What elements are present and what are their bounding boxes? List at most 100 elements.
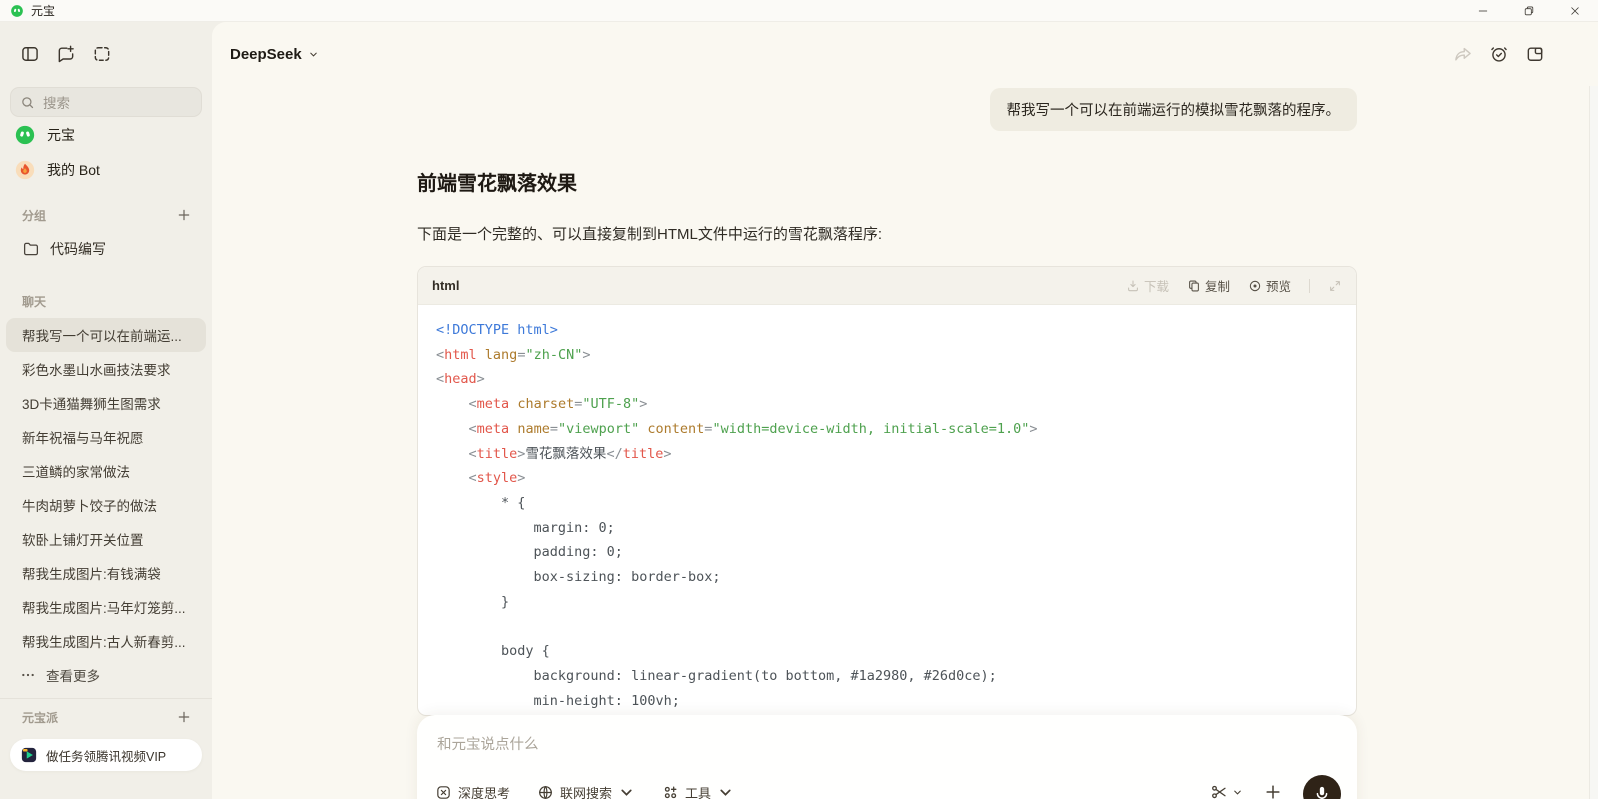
deep-think-toggle[interactable]: 深度思考 bbox=[435, 783, 510, 799]
answer-intro: 下面是一个完整的、可以直接复制到HTML文件中运行的雪花飘落程序: bbox=[417, 223, 1357, 244]
expand-code-button[interactable] bbox=[1328, 279, 1342, 293]
code-line: padding: 0; bbox=[436, 540, 1338, 565]
collapse-sidebar-icon[interactable] bbox=[20, 44, 40, 64]
minimize-button[interactable] bbox=[1460, 0, 1506, 22]
microphone-icon bbox=[1312, 784, 1332, 799]
sidebar-item-label: 元宝 bbox=[47, 125, 75, 145]
answer-title: 前端雪花飘落效果 bbox=[417, 167, 1357, 196]
message-input[interactable]: 和元宝说点什么 bbox=[417, 715, 1357, 754]
show-more-label: 查看更多 bbox=[46, 665, 100, 685]
sidebar: 搜索 元宝 我的 Bot 分组 代码编写 聊天 帮我写 bbox=[0, 22, 212, 799]
globe-icon bbox=[537, 784, 554, 799]
model-selector[interactable]: DeepSeek bbox=[230, 46, 319, 63]
chats-section-label: 聊天 bbox=[0, 293, 212, 310]
add-yuanbaopai-icon[interactable] bbox=[176, 709, 192, 725]
sidebar-item-label: 我的 Bot bbox=[47, 160, 100, 180]
code-block-header: html 下载 复制 预览 bbox=[418, 267, 1356, 305]
screenshot-icon[interactable] bbox=[92, 44, 112, 64]
vip-task-card[interactable]: 做任务领腾讯视频VIP bbox=[10, 739, 202, 771]
code-line: margin: 0; bbox=[436, 516, 1338, 541]
folder-icon bbox=[22, 240, 40, 258]
scrollbar-track[interactable] bbox=[1589, 86, 1598, 799]
search-placeholder: 搜索 bbox=[43, 92, 70, 112]
copy-code-button[interactable]: 复制 bbox=[1187, 276, 1230, 295]
app-logo-icon bbox=[10, 4, 24, 18]
code-line: <head> bbox=[436, 367, 1338, 392]
deep-think-icon bbox=[435, 784, 452, 799]
snippet-tool-button[interactable] bbox=[1210, 783, 1243, 799]
code-block: html 下载 复制 预览 bbox=[417, 266, 1357, 716]
code-line: * { bbox=[436, 491, 1338, 516]
ellipsis-icon bbox=[20, 667, 36, 683]
download-code-button[interactable]: 下载 bbox=[1126, 276, 1169, 295]
voice-input-button[interactable] bbox=[1303, 775, 1341, 799]
code-line: } bbox=[436, 590, 1338, 615]
chat-list-item[interactable]: 帮我生成图片:有钱满袋 bbox=[6, 556, 206, 590]
chevron-down-icon bbox=[618, 784, 635, 799]
composer-toolbar: 深度思考 联网搜索 工具 bbox=[417, 771, 1357, 799]
sidebar-item-my-bot[interactable]: 我的 Bot bbox=[0, 152, 212, 187]
yuanbao-logo-icon bbox=[14, 124, 36, 146]
chat-list-item[interactable]: 牛肉胡萝卜饺子的做法 bbox=[6, 488, 206, 522]
chat-list-item[interactable]: 帮我生成图片:古人新春剪... bbox=[6, 624, 206, 658]
code-line: box-sizing: border-box; bbox=[436, 565, 1338, 590]
attach-button[interactable] bbox=[1263, 782, 1283, 799]
code-line: <html lang="zh-CN"> bbox=[436, 343, 1338, 368]
preview-code-button[interactable]: 预览 bbox=[1248, 276, 1291, 295]
chat-thread: 帮我写一个可以在前端运行的模拟雪花飘落的程序。 前端雪花飘落效果 下面是一个完整… bbox=[417, 88, 1357, 716]
new-chat-icon[interactable] bbox=[56, 44, 76, 64]
code-line: <!DOCTYPE html> bbox=[436, 318, 1338, 343]
chat-list-item[interactable]: 新年祝福与马年祝愿 bbox=[6, 420, 206, 454]
code-line bbox=[436, 614, 1338, 639]
flame-icon bbox=[14, 159, 36, 181]
group-item-coding[interactable]: 代码编写 bbox=[0, 235, 212, 263]
search-icon bbox=[20, 95, 35, 110]
code-line: <meta charset="UTF-8"> bbox=[436, 392, 1338, 417]
chevron-down-icon bbox=[308, 49, 319, 60]
chat-list-item[interactable]: 彩色水墨山水画技法要求 bbox=[6, 352, 206, 386]
group-item-label: 代码编写 bbox=[50, 239, 106, 259]
plus-icon bbox=[1263, 782, 1283, 799]
vip-task-label: 做任务领腾讯视频VIP bbox=[46, 746, 166, 765]
download-icon bbox=[1126, 279, 1140, 293]
web-search-toggle[interactable]: 联网搜索 bbox=[537, 783, 635, 799]
expand-icon bbox=[1328, 279, 1342, 293]
add-group-icon[interactable] bbox=[176, 207, 192, 223]
chat-list-item[interactable]: 软卧上铺灯开关位置 bbox=[6, 522, 206, 556]
search-input[interactable]: 搜索 bbox=[10, 87, 202, 117]
code-line: <meta name="viewport" content="width=dev… bbox=[436, 417, 1338, 442]
sidebar-item-yuanbao[interactable]: 元宝 bbox=[0, 117, 212, 152]
open-panel-icon[interactable] bbox=[1525, 44, 1545, 64]
yuanbaopai-section-label: 元宝派 bbox=[22, 709, 58, 726]
code-content[interactable]: <!DOCTYPE html><html lang="zh-CN"><head>… bbox=[418, 305, 1356, 716]
groups-section-label: 分组 bbox=[22, 207, 46, 224]
code-line: min-height: 100vh; bbox=[436, 689, 1338, 714]
code-line: background: linear-gradient(to bottom, #… bbox=[436, 664, 1338, 689]
tools-icon bbox=[662, 784, 679, 799]
chat-list-item[interactable]: 3D卡通猫舞狮生图需求 bbox=[6, 386, 206, 420]
tools-menu[interactable]: 工具 bbox=[662, 783, 734, 799]
copy-icon bbox=[1187, 279, 1201, 293]
chat-list: 帮我写一个可以在前端运...彩色水墨山水画技法要求3D卡通猫舞狮生图需求新年祝福… bbox=[0, 318, 212, 658]
code-line: <title>雪花飘落效果</title> bbox=[436, 442, 1338, 467]
restore-button[interactable] bbox=[1506, 0, 1552, 22]
sidebar-divider bbox=[0, 698, 212, 699]
main-panel: DeepSeek 帮我写一个可以在前端运行的模拟雪花飘落的程序。 前端雪花飘落效… bbox=[212, 22, 1598, 799]
scissors-icon bbox=[1210, 783, 1228, 799]
composer: 和元宝说点什么 深度思考 联网搜索 工具 bbox=[417, 715, 1357, 799]
window-titlebar: 元宝 bbox=[0, 0, 1598, 22]
chat-list-item[interactable]: 三道鳞的家常做法 bbox=[6, 454, 206, 488]
share-icon[interactable] bbox=[1453, 44, 1473, 64]
alarm-check-icon[interactable] bbox=[1489, 44, 1509, 64]
chevron-down-icon bbox=[717, 784, 734, 799]
show-more-button[interactable]: 查看更多 bbox=[0, 658, 212, 692]
chat-list-item[interactable]: 帮我写一个可以在前端运... bbox=[6, 318, 206, 352]
code-line: <style> bbox=[436, 466, 1338, 491]
app-title: 元宝 bbox=[31, 2, 55, 19]
code-language-label: html bbox=[432, 278, 459, 293]
close-button[interactable] bbox=[1552, 0, 1598, 22]
user-message-bubble: 帮我写一个可以在前端运行的模拟雪花飘落的程序。 bbox=[990, 88, 1358, 131]
chat-list-item[interactable]: 帮我生成图片:马年灯笼剪... bbox=[6, 590, 206, 624]
chevron-down-icon bbox=[1232, 787, 1243, 798]
main-header: DeepSeek bbox=[212, 22, 1598, 86]
